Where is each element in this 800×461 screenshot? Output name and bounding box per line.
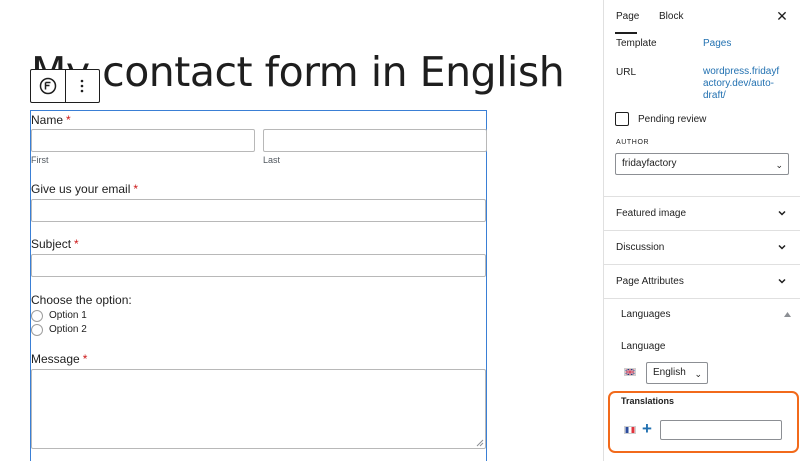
resize-grip-icon[interactable] — [476, 439, 484, 447]
chevron-down-icon: ⌄ — [775, 160, 783, 170]
required-mark: * — [133, 182, 139, 196]
page-title[interactable]: My contact form in English — [31, 48, 565, 96]
contact-form-block[interactable]: Name * First Last Give us your email * Sub… — [30, 110, 487, 461]
tab-page[interactable]: Page — [616, 11, 639, 22]
add-translation-icon[interactable]: + — [642, 420, 652, 437]
author-label: AUTHOR — [616, 139, 650, 146]
url-line: wordpress.fridayf — [703, 66, 780, 77]
options-button[interactable] — [64, 70, 99, 102]
active-tab-indicator — [615, 32, 637, 34]
translations-label: Translations — [621, 396, 675, 406]
panel-page-attributes[interactable]: Page Attributes — [604, 265, 800, 299]
email-label: Give us your email * — [31, 182, 139, 196]
chevron-down-icon — [778, 278, 786, 284]
option-2-label: Option 2 — [49, 324, 87, 335]
subject-label: Subject * — [31, 237, 79, 251]
author-value: fridayfactory — [622, 158, 677, 169]
tab-block[interactable]: Block — [659, 11, 683, 22]
template-label: Template — [616, 38, 657, 49]
url-label: URL — [616, 67, 637, 78]
panel-discussion[interactable]: Discussion — [604, 231, 800, 265]
pending-review-label: Pending review — [638, 114, 707, 125]
block-toolbar — [30, 69, 100, 103]
sidebar-tabs: Page Block ✕ — [604, 0, 800, 34]
required-mark: * — [82, 352, 88, 366]
subject-field[interactable] — [31, 254, 486, 277]
more-vertical-icon — [81, 79, 84, 93]
url-link[interactable]: wordpress.fridayf actory.dev/auto- draft… — [703, 66, 779, 102]
last-sublabel: Last — [263, 155, 281, 165]
french-flag-icon — [624, 426, 636, 434]
email-field[interactable] — [31, 199, 486, 222]
language-value: English — [653, 367, 686, 378]
panel-title: Discussion — [616, 242, 665, 253]
message-textarea[interactable] — [31, 369, 486, 449]
url-line: actory.dev/auto- — [703, 78, 774, 89]
uk-flag-icon — [624, 368, 636, 376]
author-select[interactable]: fridayfactory ⌄ — [615, 153, 789, 175]
editor-window: My contact form in English Name * First L… — [0, 0, 800, 461]
last-name-field[interactable] — [263, 129, 487, 152]
language-select[interactable]: English ⌄ — [646, 362, 708, 384]
option-2-radio[interactable] — [31, 324, 43, 336]
language-label: Language — [621, 341, 666, 352]
required-mark: * — [74, 237, 79, 251]
translation-input[interactable] — [660, 420, 782, 440]
url-line: draft/ — [703, 90, 726, 101]
caret-up-icon — [784, 312, 791, 317]
languages-title: Languages — [621, 309, 671, 320]
first-name-field[interactable] — [31, 129, 255, 152]
pending-review-checkbox[interactable] — [615, 112, 629, 126]
option-1-radio[interactable] — [31, 310, 43, 322]
message-label: Message * — [31, 352, 88, 366]
chevron-down-icon: ⌄ — [694, 369, 702, 379]
editor-canvas: My contact form in English Name * First L… — [0, 0, 603, 461]
panel-title: Featured image — [616, 208, 687, 219]
close-icon[interactable]: ✕ — [776, 9, 788, 23]
choose-label: Choose the option: — [31, 293, 132, 307]
chevron-down-icon — [778, 210, 786, 216]
panel-title: Page Attributes — [616, 276, 684, 287]
required-mark: * — [66, 113, 71, 127]
form-block-button[interactable] — [31, 70, 65, 102]
first-sublabel: First — [31, 155, 49, 165]
template-link[interactable]: Pages — [703, 38, 731, 50]
panel-languages-header[interactable]: Languages — [604, 299, 800, 333]
option-1-label: Option 1 — [49, 310, 87, 321]
chevron-down-icon — [778, 244, 786, 250]
settings-sidebar: Page Block ✕ Template Pages URL wordpres… — [603, 0, 800, 461]
form-icon — [39, 77, 57, 95]
name-label: Name * — [31, 113, 71, 127]
panel-featured-image[interactable]: Featured image — [604, 197, 800, 231]
